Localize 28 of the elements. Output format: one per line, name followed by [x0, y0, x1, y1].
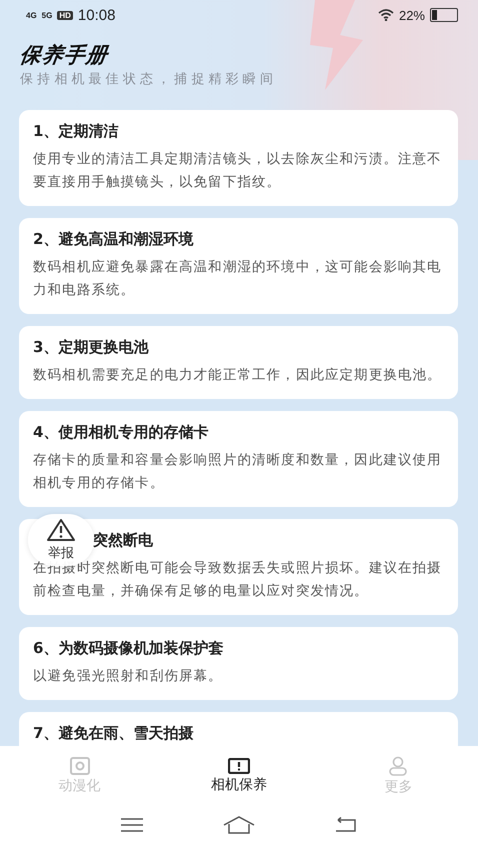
tab-item[interactable]: 相机保养	[178, 754, 299, 798]
back-icon[interactable]	[334, 817, 358, 833]
tip-text: 使用专业的清洁工具定期清洁镜头，以去除灰尘和污渍。注意不要直接用手触摸镜头，以免留下指纹。	[33, 150, 443, 192]
page-subtitle: 保 持 相 机 最 佳 状 态 ， 捕 捉 精 彩 瞬 间	[20, 71, 274, 89]
battery-icon	[430, 8, 458, 22]
tip-title: 突然断电	[93, 530, 153, 551]
battery-percent: 22%	[398, 8, 425, 22]
warning-icon	[46, 518, 76, 542]
tip-title: 3、定期更换电池	[33, 337, 148, 358]
tip-text: 存储卡的质量和容量会影响照片的清晰度和数量，因此建议使用相机专用的存储卡。	[33, 451, 443, 493]
tip-title: 7、避免在雨、雪天拍摄	[33, 723, 194, 744]
photo-icon	[70, 757, 90, 775]
page-title: 保养手册	[18, 42, 111, 68]
notice-icon	[228, 758, 250, 774]
tip-text: 以避免强光照射和刮伤屏幕。	[33, 667, 224, 686]
person-icon	[388, 756, 408, 776]
tip-text: 数码相机应避免暴露在高温和潮湿的环境中，这可能会影响其电力和电路系统。	[33, 258, 443, 300]
home-icon[interactable]	[222, 816, 255, 834]
tip-title: 1、定期清洁	[33, 121, 118, 142]
tip-title: 4、使用相机专用的存储卡	[33, 422, 208, 443]
wifi-icon	[378, 9, 394, 21]
network-indicator: 5G	[42, 10, 52, 20]
menu-icon[interactable]	[120, 818, 144, 832]
tip-title: 2、避免高温和潮湿环境	[33, 229, 194, 250]
status-time: 10:08	[78, 6, 116, 24]
tip-text: 数码相机需要充足的电力才能正常工作，因此应定期更换电池。	[33, 366, 443, 385]
network-indicator: 4G	[26, 10, 37, 20]
tip-title: 6、为数码摄像机加装保护套	[33, 638, 224, 659]
